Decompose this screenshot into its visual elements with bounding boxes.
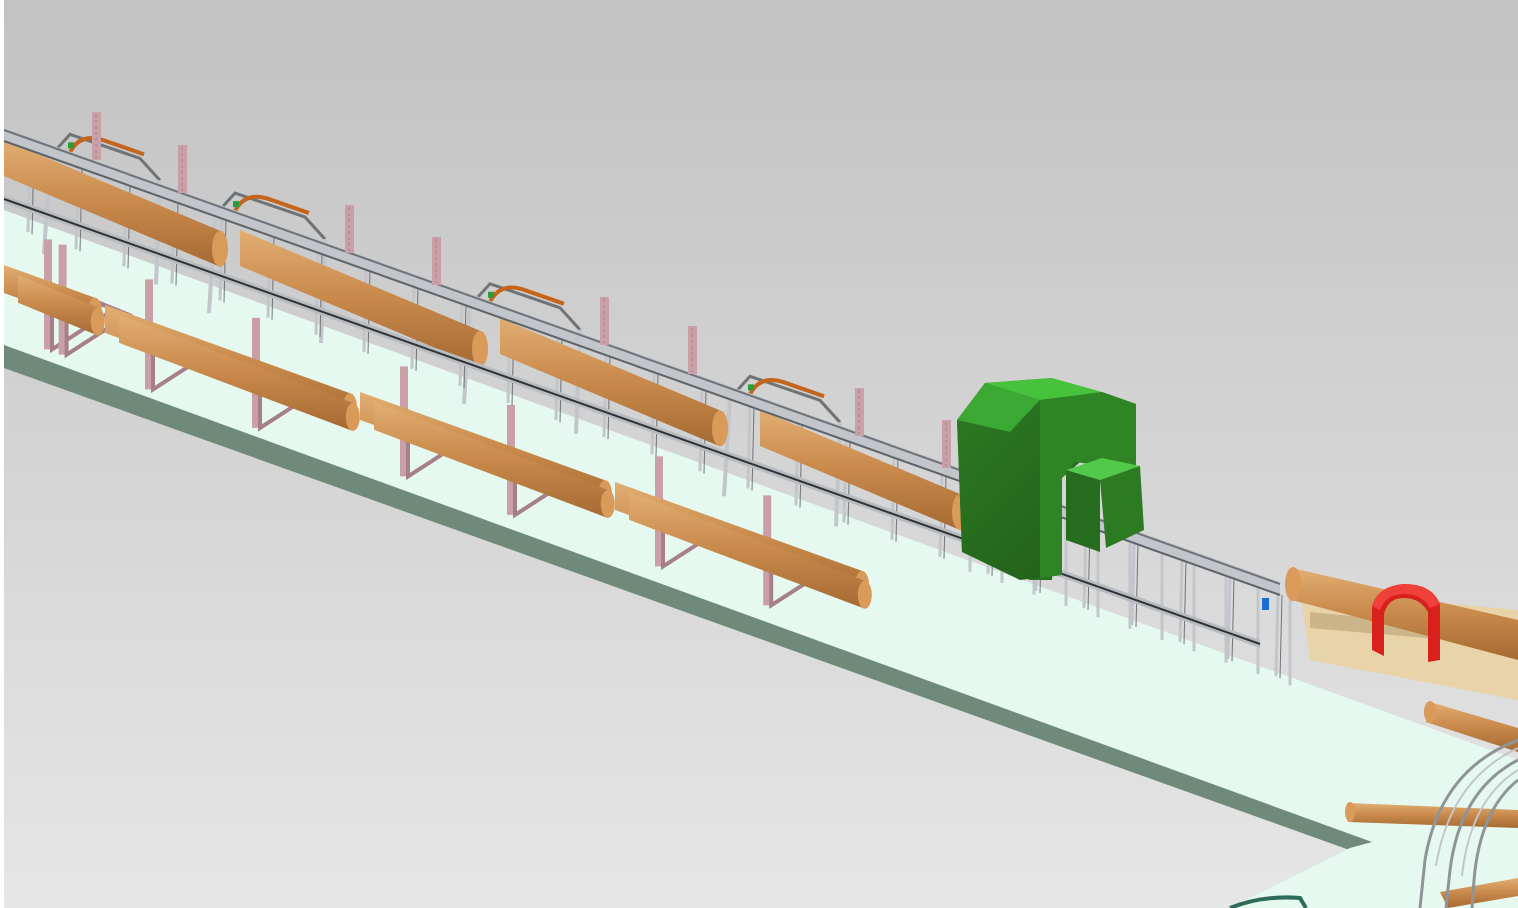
deck-log-end xyxy=(345,403,360,431)
green-sensor-icon xyxy=(488,291,494,298)
conveyor-leg xyxy=(1130,542,1136,626)
conveyor-leg xyxy=(1274,593,1280,677)
conveyor-leg xyxy=(1178,559,1184,643)
log-end xyxy=(472,330,488,367)
log-end xyxy=(712,410,728,447)
cad-viewport[interactable] xyxy=(0,0,1518,908)
green-sensor-icon xyxy=(233,201,239,208)
deck-log-end xyxy=(90,307,105,336)
deck-log-end xyxy=(857,580,872,609)
conveyor-leg xyxy=(746,405,752,489)
blue-motor-icon xyxy=(1262,598,1269,610)
viewport-border xyxy=(0,0,4,908)
deck-log-end xyxy=(600,490,615,518)
log-end xyxy=(212,230,228,267)
conveyor-leg xyxy=(1226,576,1232,660)
green-sensor-icon xyxy=(68,142,74,149)
sawmill-log-yard-3d-model xyxy=(0,0,1518,908)
green-sensor-icon xyxy=(748,384,754,391)
